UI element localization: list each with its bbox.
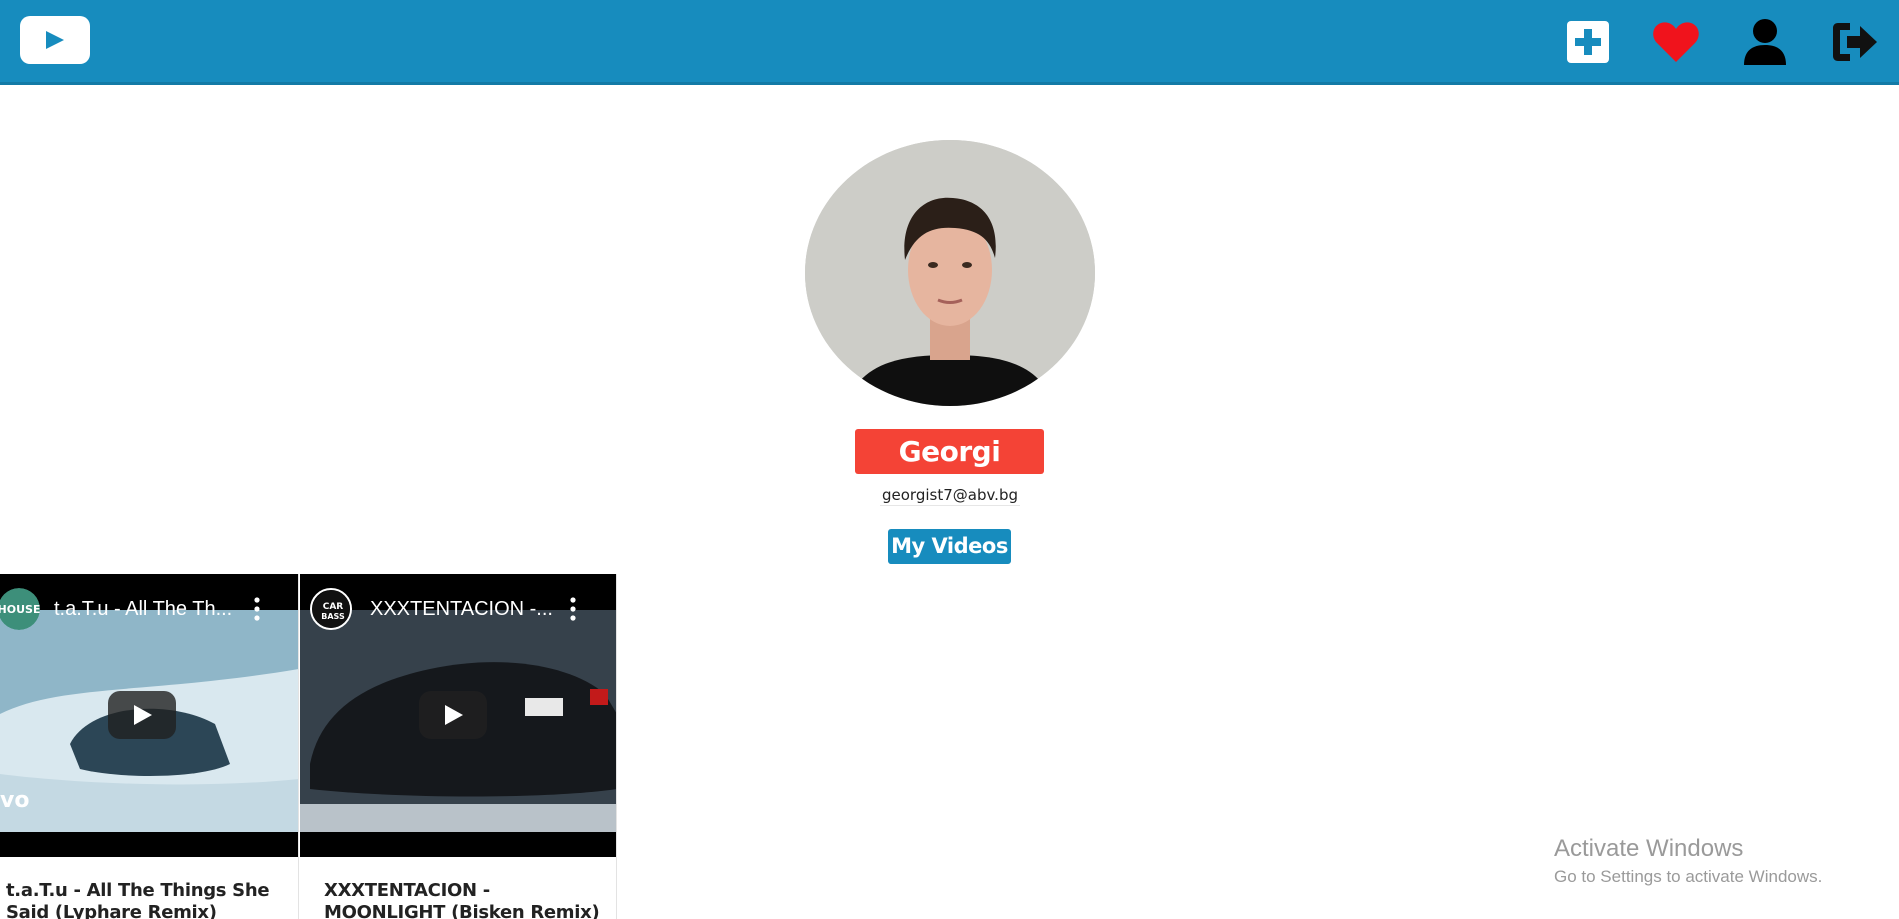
logout-button[interactable]: [1830, 17, 1880, 67]
play-icon: [445, 705, 463, 725]
favorites-button[interactable]: [1651, 17, 1701, 67]
top-navbar: [0, 0, 1899, 85]
video-player[interactable]: HOUSE t.a.T.u - All The Th... vo: [0, 574, 298, 857]
activation-subtitle: Go to Settings to activate Windows.: [1554, 867, 1823, 886]
play-button[interactable]: [419, 691, 487, 739]
profile-email: georgist7@abv.bg: [880, 486, 1020, 506]
sign-out-icon: [1833, 23, 1877, 61]
channel-logo[interactable]: CAR BASS: [310, 588, 352, 630]
video-card: HOUSE t.a.T.u - All The Th... vo t.a.T.u…: [0, 574, 299, 919]
svg-text:BASS: BASS: [321, 612, 345, 621]
activation-title: Activate Windows: [1554, 835, 1744, 862]
my-videos-button[interactable]: My Videos: [888, 529, 1011, 564]
player-video-title[interactable]: XXXTENTACION -...: [370, 598, 553, 621]
heart-icon: [1653, 22, 1699, 62]
profile-button[interactable]: [1740, 17, 1790, 67]
play-icon: [134, 705, 152, 725]
profile-name: Georgi Stoev: [855, 429, 1044, 513]
vevo-watermark: vo: [0, 788, 30, 813]
video-card: CAR BASS XXXTENTACION -... XXXTENTACION …: [300, 574, 617, 919]
video-player[interactable]: CAR BASS XXXTENTACION -...: [300, 574, 616, 857]
play-button[interactable]: [108, 691, 176, 739]
windows-activation-watermark: Activate Windows Go to Settings to activ…: [1554, 834, 1822, 888]
channel-logo[interactable]: HOUSE: [0, 588, 40, 630]
more-options-icon[interactable]: [568, 594, 578, 624]
player-video-title[interactable]: t.a.T.u - All The Th...: [54, 598, 232, 621]
video-caption[interactable]: XXXTENTACION - MOONLIGHT (Bisken Remix): [324, 880, 609, 919]
video-caption[interactable]: t.a.T.u - All The Things She Said (Lypha…: [6, 880, 296, 919]
more-options-icon[interactable]: [252, 594, 262, 624]
youtube-logo-button[interactable]: [20, 16, 90, 64]
svg-text:HOUSE: HOUSE: [0, 603, 40, 616]
plus-square-icon: [1567, 21, 1609, 63]
profile-avatar: [805, 140, 1095, 406]
user-icon: [1744, 19, 1786, 65]
youtube-play-icon: [46, 31, 64, 49]
svg-text:CAR: CAR: [323, 602, 344, 612]
add-video-button[interactable]: [1563, 17, 1613, 67]
